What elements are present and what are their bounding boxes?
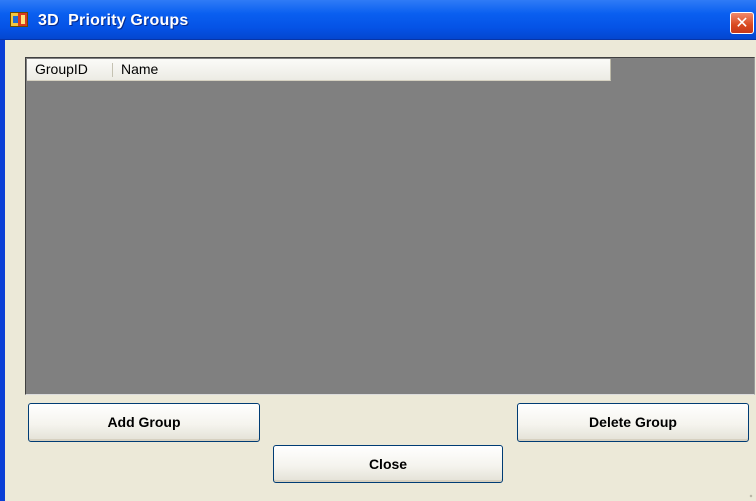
add-group-button[interactable]: Add Group bbox=[28, 403, 260, 442]
window-title: 3D Priority Groups bbox=[38, 12, 189, 29]
app-window-icon bbox=[10, 12, 28, 27]
column-header-name[interactable]: Name bbox=[113, 59, 610, 80]
list-column-header: GroupID Name bbox=[27, 59, 611, 81]
resize-grip-icon[interactable] bbox=[745, 490, 753, 498]
delete-group-button[interactable]: Delete Group bbox=[517, 403, 749, 442]
priority-groups-window: 3D Priority Groups ✕ GroupID Name Add Gr… bbox=[0, 0, 756, 501]
close-button[interactable]: Close bbox=[273, 445, 503, 483]
groups-list-view[interactable]: GroupID Name bbox=[25, 57, 755, 395]
column-header-groupid[interactable]: GroupID bbox=[27, 59, 113, 80]
title-bar[interactable]: 3D Priority Groups ✕ bbox=[0, 0, 756, 40]
close-window-button[interactable]: ✕ bbox=[730, 12, 754, 34]
dialog-client-area: GroupID Name Add Group Delete Group Clos… bbox=[5, 40, 756, 501]
